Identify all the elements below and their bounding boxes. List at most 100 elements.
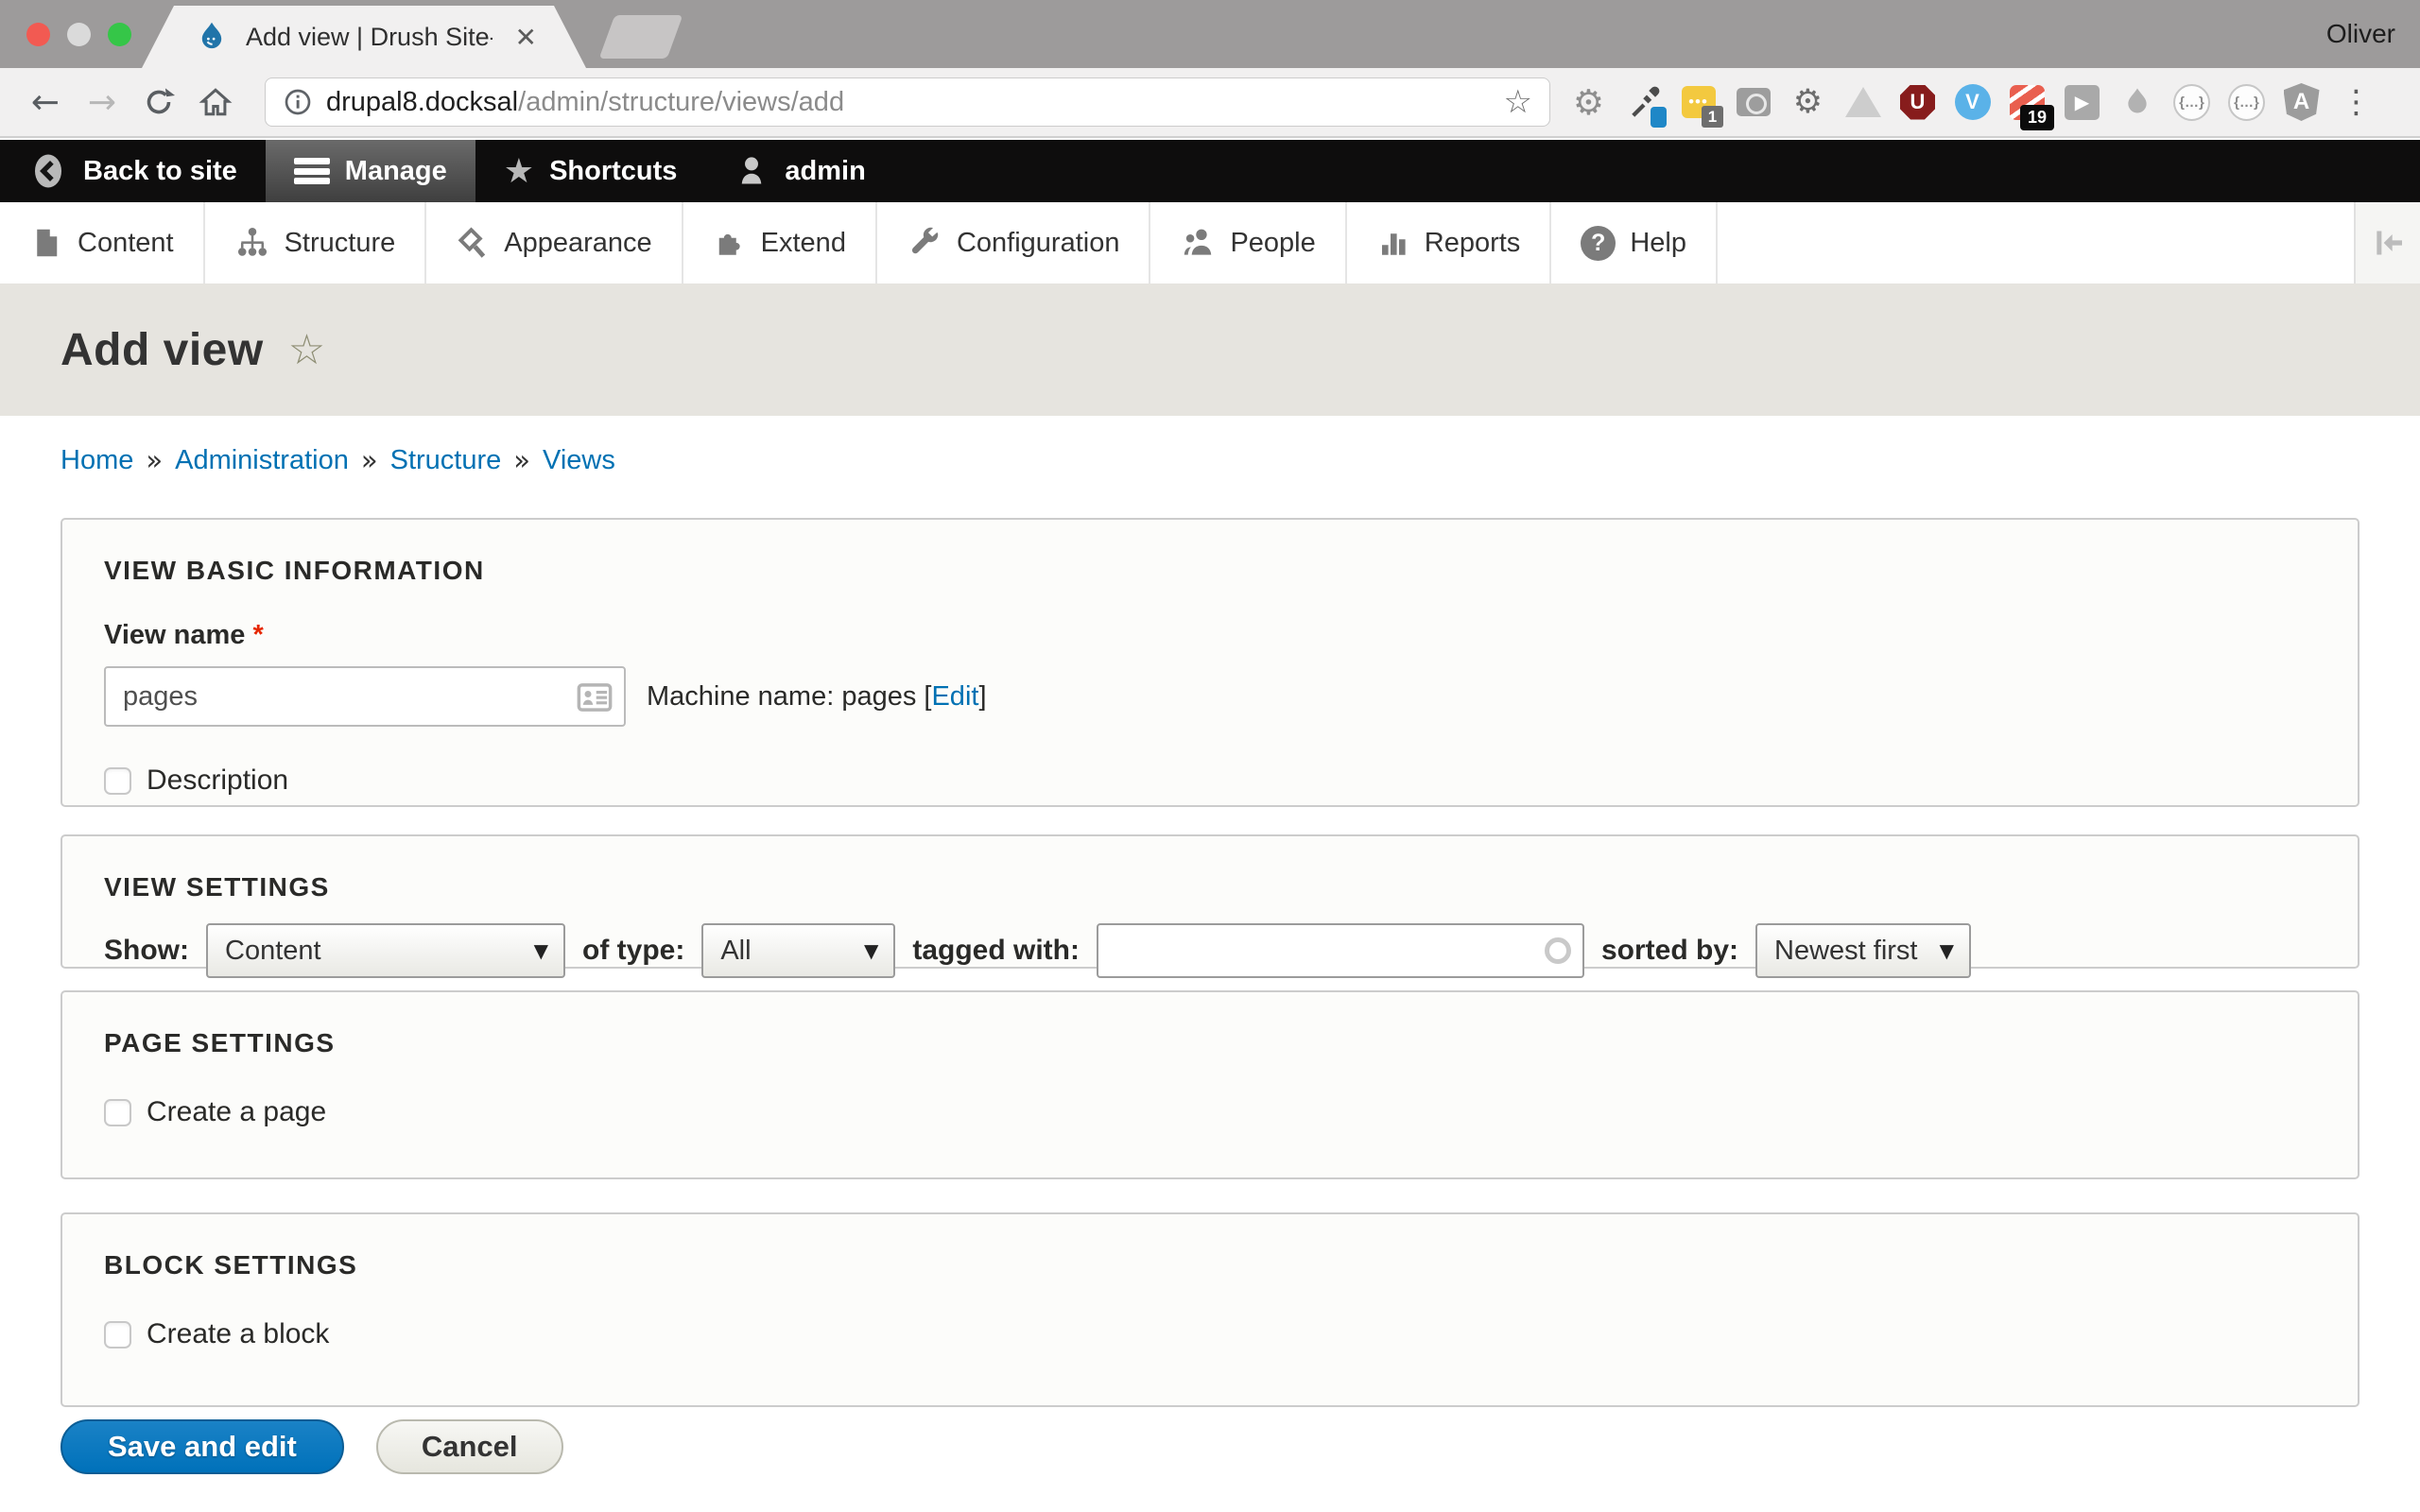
content-icon [29, 226, 63, 260]
view-name-label: View name * [104, 620, 2358, 651]
collapse-arrow-icon [2369, 224, 2407, 262]
page-title: Add view [60, 324, 264, 376]
menu-item-content[interactable]: Content [0, 202, 205, 284]
page-content: Home » Administration » Structure » View… [0, 416, 2420, 1512]
menu-item-appearance[interactable]: Appearance [426, 202, 683, 284]
cog-icon[interactable]: ⚙ [1789, 83, 1827, 122]
drive-icon[interactable] [1843, 83, 1882, 122]
vimeo-icon[interactable]: V [1953, 83, 1992, 122]
menu-item-configuration[interactable]: Configuration [877, 202, 1151, 284]
shortcuts-button[interactable]: ★ Shortcuts [475, 140, 706, 202]
manage-label: Manage [345, 156, 447, 187]
zoom-window-button[interactable] [108, 23, 131, 46]
camera-icon[interactable] [1734, 83, 1772, 122]
window-controls [26, 23, 131, 46]
tab-title: Add view | Drush Site-Install [246, 23, 493, 52]
machine-name-text: Machine name: pages [Edit] [647, 681, 987, 713]
toolbar-collapse-button[interactable] [2354, 202, 2420, 284]
bookmark-star-icon[interactable]: ☆ [1504, 83, 1532, 121]
drupal-favicon [195, 20, 229, 54]
minimize-window-button[interactable] [67, 23, 91, 46]
todoist-badge: 19 [2020, 105, 2054, 130]
section-heading: VIEW SETTINGS [104, 872, 2358, 902]
drupal-menubar: Content Structure Appearance Extend Conf… [0, 202, 2420, 284]
hamburger-icon [294, 158, 330, 184]
breadcrumb-views[interactable]: Views [543, 445, 615, 476]
browser-profile-name[interactable]: Oliver [2326, 19, 2395, 49]
menu-item-extend[interactable]: Extend [683, 202, 877, 284]
play-icon[interactable]: ▶ [2063, 83, 2101, 122]
browser-tab[interactable]: Add view | Drush Site-Install ✕ [142, 6, 586, 68]
extension-icons: ⚙ ••• 1 ⚙ U V 19 ▶ {…} {…} A ⋮ [1569, 83, 2376, 122]
help-icon: ? [1581, 226, 1616, 261]
json-formatter-icon[interactable]: {…} [2172, 83, 2211, 122]
page-info-icon[interactable] [283, 87, 313, 117]
machine-name-edit-link[interactable]: Edit [931, 681, 978, 712]
autocomplete-spinner-icon [1545, 937, 1571, 964]
chevron-down-icon: ▼ [534, 939, 548, 962]
drupal-ext-icon[interactable] [2118, 83, 2156, 122]
breadcrumb-home[interactable]: Home [60, 445, 133, 476]
screenshot-badge: 1 [1702, 106, 1723, 128]
menu-item-reports[interactable]: Reports [1347, 202, 1552, 284]
address-bar[interactable]: drupal8.docksal/admin/structure/views/ad… [265, 77, 1550, 127]
back-icon[interactable]: ← [25, 83, 66, 122]
save-and-edit-button[interactable]: Save and edit [60, 1419, 344, 1474]
menu-item-help[interactable]: ? Help [1551, 202, 1718, 284]
new-tab-button[interactable] [599, 15, 683, 59]
extend-icon [713, 226, 747, 260]
view-name-input[interactable] [104, 666, 626, 727]
configuration-icon [907, 225, 942, 261]
menu-item-people[interactable]: People [1150, 202, 1346, 284]
reports-icon [1376, 226, 1410, 260]
screenshot-icon[interactable]: ••• 1 [1679, 83, 1718, 122]
angular-icon[interactable]: A [2282, 83, 2321, 122]
tagged-with-input[interactable] [1097, 923, 1584, 978]
show-select[interactable]: Content ▼ [206, 923, 565, 978]
admin-user-button[interactable]: admin [705, 140, 893, 202]
create-page-label: Create a page [147, 1096, 326, 1128]
browser-toolbar: ← → drupal8.docksal/admin/structure/view… [0, 68, 2420, 138]
of-type-select[interactable]: All ▼ [701, 923, 895, 978]
block-settings-section: BLOCK SETTINGS Create a block [60, 1212, 2360, 1407]
breadcrumb: Home » Administration » Structure » View… [60, 444, 615, 476]
ublock-icon[interactable]: U [1898, 83, 1937, 122]
user-icon [734, 152, 769, 190]
form-actions: Save and edit Cancel [60, 1419, 563, 1474]
home-icon[interactable] [195, 85, 236, 119]
todoist-icon[interactable]: 19 [2008, 83, 2047, 122]
people-icon [1180, 225, 1216, 261]
tagged-with-label: tagged with: [912, 935, 1080, 967]
sorted-by-label: sorted by: [1601, 935, 1738, 967]
forward-icon[interactable]: → [81, 83, 123, 122]
close-window-button[interactable] [26, 23, 50, 46]
browser-tabstrip: Add view | Drush Site-Install ✕ Oliver [0, 0, 2420, 68]
breadcrumb-administration[interactable]: Administration [175, 445, 349, 476]
url-domain: drupal8.docksal [326, 87, 518, 117]
cancel-button[interactable]: Cancel [376, 1419, 563, 1474]
manage-button[interactable]: Manage [266, 140, 475, 202]
structure-icon [234, 225, 270, 261]
description-checkbox[interactable] [104, 767, 131, 795]
shortcuts-star-icon: ★ [504, 152, 534, 191]
url-path: /admin/structure/views/add [518, 87, 844, 117]
tab-close-icon[interactable]: ✕ [515, 22, 537, 53]
menu-item-structure[interactable]: Structure [205, 202, 427, 284]
breadcrumb-structure[interactable]: Structure [390, 445, 502, 476]
eyedropper-icon[interactable] [1624, 83, 1663, 122]
create-block-checkbox[interactable] [104, 1321, 131, 1349]
machine-name-card-icon [575, 678, 614, 717]
show-label: Show: [104, 935, 189, 967]
url-text: drupal8.docksal/admin/structure/views/ad… [326, 87, 844, 118]
create-page-checkbox[interactable] [104, 1099, 131, 1126]
back-to-site-button[interactable]: Back to site [0, 140, 266, 202]
chevron-down-icon: ▼ [864, 939, 878, 962]
sorted-by-select[interactable]: Newest first ▼ [1755, 923, 1971, 978]
reload-icon[interactable] [138, 85, 180, 119]
of-type-label: of type: [582, 935, 684, 967]
overflow-menu-icon[interactable]: ⋮ [2337, 83, 2376, 122]
json-viewer-icon[interactable]: {…} [2227, 83, 2266, 122]
gear-icon[interactable]: ⚙ [1569, 83, 1608, 122]
view-settings-section: VIEW SETTINGS Show: Content ▼ of type: A… [60, 834, 2360, 969]
favorite-star-icon[interactable]: ☆ [288, 326, 325, 374]
